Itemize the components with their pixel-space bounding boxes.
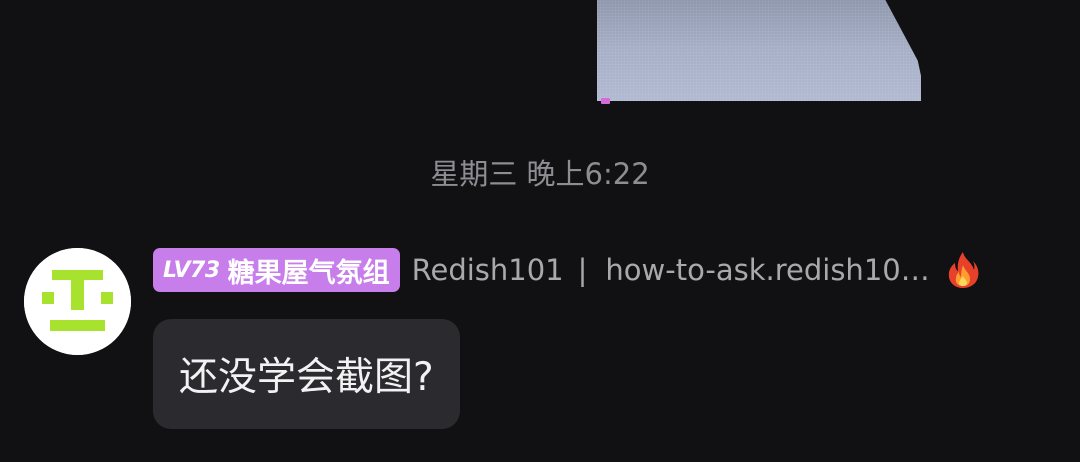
sender-username[interactable]: Redish101 — [412, 253, 564, 287]
group-title: 糖果屋气氛组 — [227, 257, 390, 289]
sender-tagline: how-to-ask.redish10… — [605, 253, 930, 287]
message-bubble[interactable]: 还没学会截图? — [153, 319, 460, 429]
avatar[interactable] — [24, 248, 131, 355]
sender-meta-row: LV73 糖果屋气氛组 Redish101 | how-to-ask.redis… — [153, 248, 980, 292]
previous-message-image[interactable] — [597, 0, 921, 101]
image-edge-accent — [601, 98, 610, 104]
meta-separator: | — [577, 253, 588, 287]
level-badge[interactable]: LV73 糖果屋气氛组 — [153, 248, 400, 292]
chat-screen: 星期三 晚上6:22 LV73 糖果屋气氛组 Redish101 | how-t… — [0, 0, 1080, 462]
pixel-face-avatar-icon — [24, 248, 131, 355]
message-timestamp: 星期三 晚上6:22 — [430, 157, 650, 191]
message-text: 还没学会截图? — [179, 355, 434, 400]
fire-icon — [948, 252, 979, 288]
level-label: LV73 — [163, 257, 220, 283]
